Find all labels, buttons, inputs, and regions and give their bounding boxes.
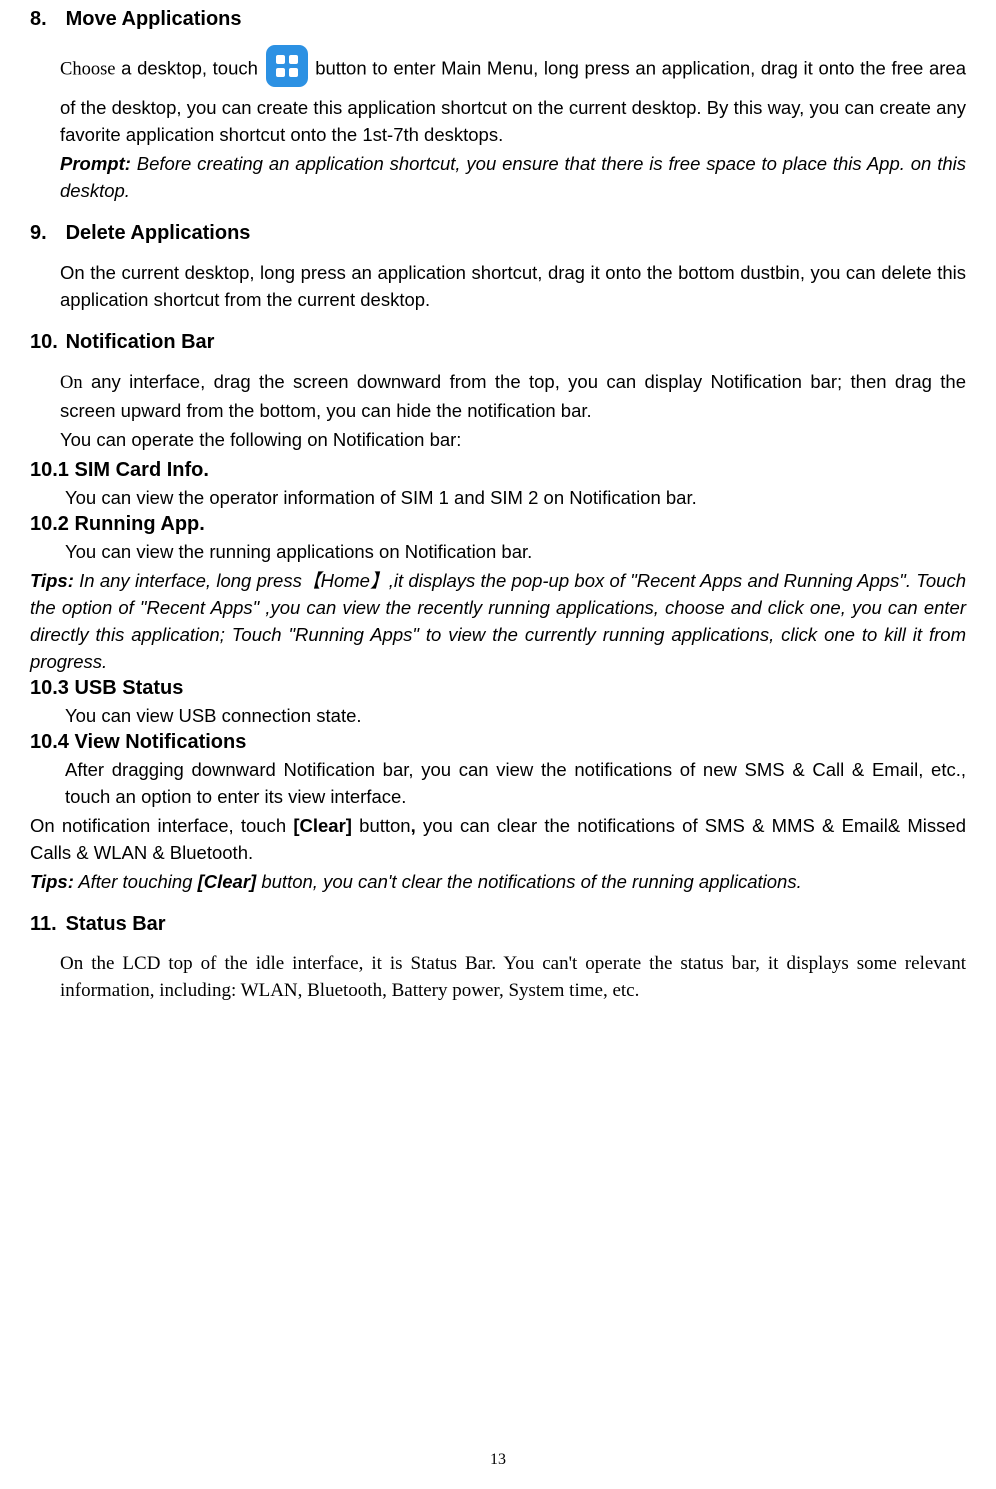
text: button — [352, 815, 411, 836]
tips-label: Tips: — [30, 871, 74, 892]
prompt-label: Prompt: — [60, 153, 131, 174]
text: On notification interface, touch — [30, 815, 293, 836]
paragraph: After dragging downward Notification bar… — [65, 756, 966, 810]
paragraph: You can view USB connection state. — [65, 702, 966, 729]
subheading-sim-card-info: 10.1 SIM Card Info. — [30, 459, 966, 482]
clear-label: [Clear] — [198, 871, 257, 892]
subheading-running-app: 10.2 Running App. — [30, 513, 966, 536]
heading-text: Status Bar — [66, 913, 166, 935]
heading-number: 11. — [30, 913, 60, 936]
subheading-usb-status: 10.3 USB Status — [30, 677, 966, 700]
text-on: On — [60, 373, 83, 393]
heading-notification-bar: 10. Notification Bar — [30, 331, 966, 354]
section-body: On any interface, drag the screen downwa… — [60, 368, 966, 453]
paragraph: On notification interface, touch [Clear]… — [30, 812, 966, 866]
subheading-view-notifications: 10.4 View Notifications — [30, 731, 966, 754]
paragraph: You can view the running applications on… — [65, 538, 966, 565]
paragraph: On the LCD top of the idle interface, it… — [60, 950, 966, 1004]
text: button, you can't clear the notification… — [256, 871, 802, 892]
tips-label: Tips: — [30, 570, 74, 591]
heading-number: 9. — [30, 222, 60, 245]
tips-body: In any interface, long press【Home】,it di… — [30, 570, 966, 672]
page-number: 13 — [0, 1451, 996, 1469]
section-body: Choose a desktop, touch button to enter … — [60, 45, 966, 204]
heading-status-bar: 11. Status Bar — [30, 913, 966, 936]
text-choose: Choose — [60, 59, 116, 79]
section-body: On the current desktop, long press an ap… — [60, 259, 966, 313]
heading-number: 8. — [30, 8, 60, 31]
text: After touching — [74, 871, 198, 892]
paragraph: On any interface, drag the screen downwa… — [60, 368, 966, 424]
paragraph: Choose a desktop, touch button to enter … — [60, 45, 966, 148]
paragraph: On the current desktop, long press an ap… — [60, 259, 966, 313]
heading-number: 10. — [30, 331, 60, 354]
text: a desktop, touch — [116, 57, 264, 78]
tips-paragraph: Tips: In any interface, long press【Home】… — [30, 567, 966, 675]
prompt-paragraph: Prompt: Before creating an application s… — [60, 150, 966, 204]
heading-text: Delete Applications — [66, 222, 251, 244]
text: any interface, drag the screen downward … — [60, 371, 966, 421]
prompt-body: Before creating an application shortcut,… — [60, 153, 966, 201]
section-body: On the LCD top of the idle interface, it… — [60, 950, 966, 1004]
app-menu-icon — [266, 45, 308, 94]
clear-label: [Clear] — [293, 815, 352, 836]
tips-paragraph: Tips: After touching [Clear] button, you… — [30, 868, 966, 895]
paragraph: You can operate the following on Notific… — [60, 426, 966, 453]
heading-move-applications: 8. Move Applications — [30, 8, 966, 31]
heading-text: Move Applications — [66, 8, 242, 30]
heading-delete-applications: 9. Delete Applications — [30, 222, 966, 245]
document-page: 8. Move Applications Choose a desktop, t… — [0, 0, 996, 1489]
paragraph: You can view the operator information of… — [65, 484, 966, 511]
heading-text: Notification Bar — [66, 331, 215, 353]
